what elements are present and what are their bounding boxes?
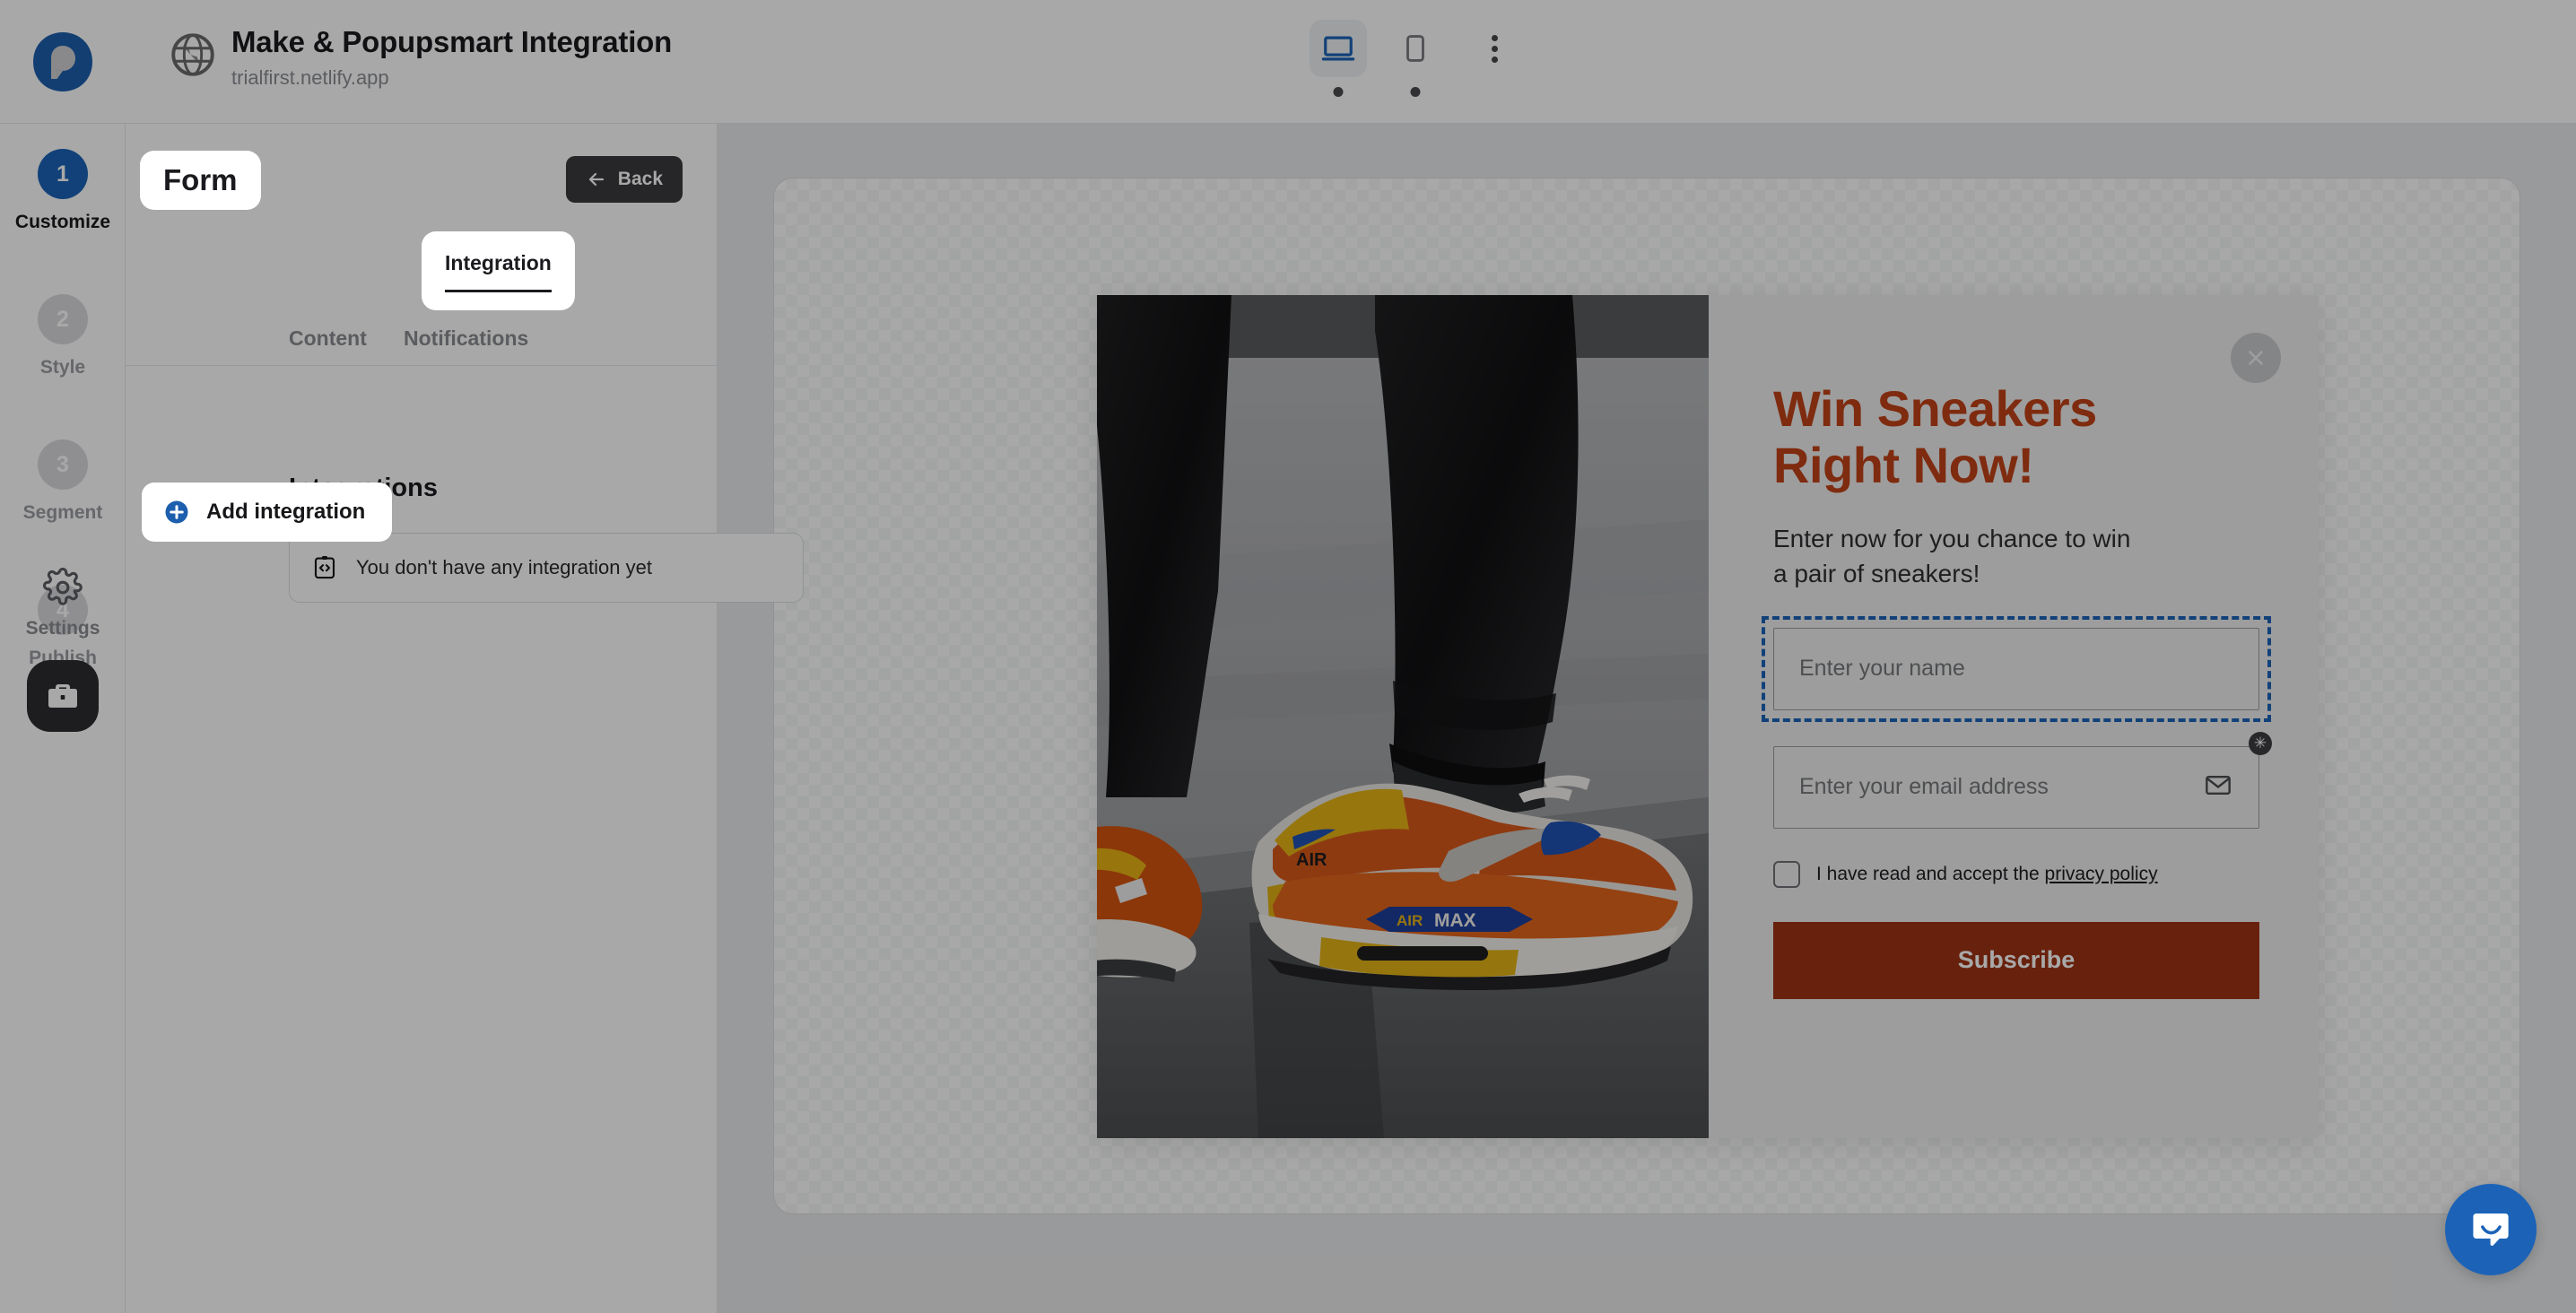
step-number-badge: 2: [38, 294, 88, 344]
consent-label: I have read and accept the privacy polic…: [1816, 864, 2158, 885]
page-title: Make & Popupsmart Integration: [231, 25, 673, 58]
more-vertical-icon[interactable]: [1475, 20, 1514, 77]
intercom-chat-icon: [2473, 1213, 2509, 1246]
popupsmart-logo-icon[interactable]: [30, 29, 96, 95]
code-clipboard-icon: [314, 556, 335, 579]
desktop-icon: [1321, 36, 1355, 61]
panel-tabs: Content Notifications: [126, 326, 718, 366]
sidebar-step-style[interactable]: 2 Style: [0, 294, 126, 378]
app-root: Make & Popupsmart Integration trialfirst…: [0, 0, 2576, 1313]
mobile-icon: [1406, 35, 1424, 62]
popup-content: Win Sneakers Right Now! Enter now for yo…: [1709, 295, 2319, 1138]
popup-hero-image: AIR AIR MAX: [1097, 295, 1709, 1138]
popup-name-field-wrapper[interactable]: [1762, 615, 2271, 722]
step-sidebar: 1 Customize 2 Style 3 Segment 4 Publish …: [0, 124, 126, 1313]
envelope-icon: [2204, 770, 2232, 804]
gear-icon: [43, 568, 83, 605]
empty-integration-text: You don't have any integration yet: [356, 556, 652, 578]
tab-integration-spotlight: Integration: [422, 231, 575, 310]
close-icon[interactable]: [2231, 333, 2281, 383]
device-mobile-indicator-dot: [1410, 87, 1421, 97]
workspace-briefcase-button[interactable]: [27, 660, 99, 732]
consent-checkbox[interactable]: [1773, 860, 1800, 888]
sidebar-step-segment[interactable]: 3 Segment: [0, 439, 126, 524]
svg-text:AIR: AIR: [1397, 912, 1423, 929]
preview-area: AIR AIR MAX Win Sneakers Right Now! Ente…: [718, 124, 2576, 1313]
name-input[interactable]: [1773, 627, 2259, 710]
privacy-policy-link[interactable]: privacy policy: [2045, 864, 2158, 884]
consent-text: I have read and accept the: [1816, 863, 2040, 884]
step-number-badge: 1: [38, 149, 88, 199]
globe-icon: [167, 29, 219, 81]
popup-preview: AIR AIR MAX Win Sneakers Right Now! Ente…: [1097, 295, 2319, 1138]
panel-title: Form: [163, 163, 238, 196]
back-button-label: Back: [617, 169, 663, 189]
site-url: trialfirst.netlify.app: [231, 66, 389, 89]
top-header: Make & Popupsmart Integration trialfirst…: [0, 0, 2576, 124]
popup-headline: Win Sneakers Right Now!: [1773, 380, 2097, 493]
plus-circle-icon: [165, 500, 188, 524]
sidebar-step-customize[interactable]: 1 Customize: [0, 149, 126, 233]
svg-text:AIR: AIR: [1296, 850, 1327, 870]
chat-launcher-button[interactable]: [2445, 1184, 2537, 1275]
step-label: Customize: [14, 212, 111, 232]
step-number-badge: 3: [38, 439, 88, 490]
settings-label: Settings: [25, 618, 100, 639]
tab-notifications[interactable]: Notifications: [404, 326, 528, 363]
step-label: Style: [39, 357, 86, 378]
tab-content[interactable]: Content: [289, 326, 367, 363]
empty-integration-state: You don't have any integration yet: [289, 533, 804, 603]
step-label: Segment: [22, 502, 103, 523]
popup-subtext: Enter now for you chance to win a pair o…: [1773, 525, 2131, 588]
device-switcher: [1310, 20, 1514, 97]
arrow-left-icon: [588, 172, 604, 187]
device-desktop-button[interactable]: [1310, 20, 1367, 97]
panel-title-spotlight: Form: [140, 151, 261, 210]
asterisk-badge-icon[interactable]: ✳: [2249, 731, 2272, 755]
email-input[interactable]: [1773, 745, 2259, 829]
subscribe-button[interactable]: Subscribe: [1773, 921, 2259, 999]
add-integration-button[interactable]: Add integration: [142, 483, 393, 542]
back-button[interactable]: Back: [565, 156, 683, 203]
form-settings-panel: Back Content Notifications Integrations …: [126, 124, 804, 1313]
sidebar-item-settings[interactable]: Settings: [0, 568, 126, 639]
svg-text:MAX: MAX: [1434, 910, 1476, 931]
consent-row: I have read and accept the privacy polic…: [1773, 860, 2259, 888]
add-integration-label: Add integration: [206, 500, 366, 524]
briefcase-icon: [48, 684, 77, 708]
device-desktop-indicator-dot: [1333, 87, 1344, 97]
tab-integration[interactable]: Integration: [445, 251, 552, 292]
device-mobile-button[interactable]: [1387, 20, 1444, 97]
popup-email-field-wrapper[interactable]: ✳: [1773, 731, 2272, 829]
preview-canvas: AIR AIR MAX Win Sneakers Right Now! Ente…: [773, 178, 2520, 1214]
